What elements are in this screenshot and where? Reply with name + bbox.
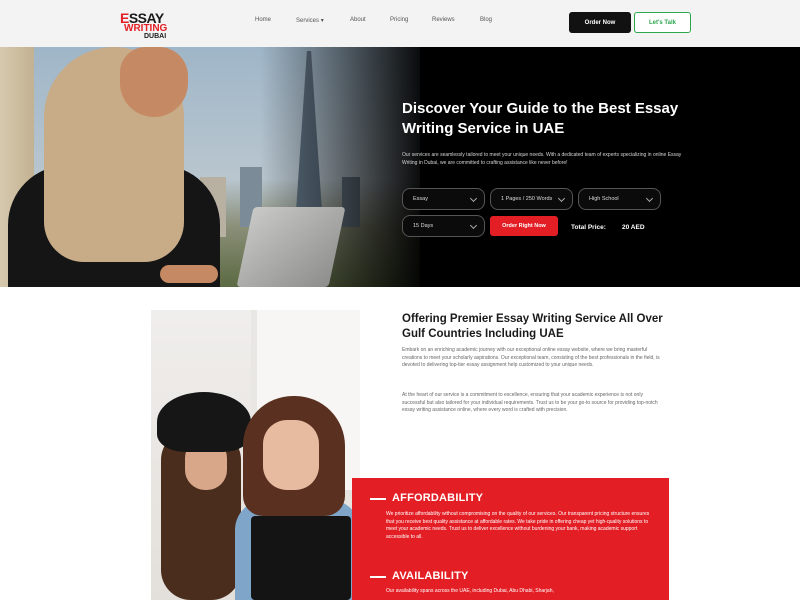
logo-line-3: DUBAI (144, 33, 167, 40)
chevron-down-icon (645, 194, 654, 203)
order-right-now-button[interactable]: Order Right Now (490, 216, 558, 236)
hero-person-hand (160, 265, 218, 283)
total-price-value: 20 AED (622, 224, 645, 231)
nav-item-about[interactable]: About (350, 17, 366, 23)
section-paragraph-1: Embark on an enriching academic journey … (402, 347, 660, 369)
paper-type-value: Essay (413, 196, 428, 202)
nav-item-pricing[interactable]: Pricing (390, 17, 408, 23)
photo-laptop (251, 516, 351, 600)
lets-talk-button[interactable]: Let's Talk (634, 12, 691, 33)
hero-section (0, 47, 800, 287)
hero-description: Our services are seamlessly tailored to … (402, 152, 682, 166)
hero-person-face (120, 47, 188, 117)
academic-level-select[interactable]: High School (578, 188, 661, 210)
chevron-down-icon: ▾ (320, 18, 324, 24)
deadline-value: 15 Days (413, 223, 434, 229)
hero-title: Discover Your Guide to the Best Essay Wr… (402, 100, 679, 137)
feature-dash (370, 498, 386, 500)
nav-item-services[interactable]: Services ▾ (296, 17, 324, 24)
nav-item-services-label: Services (296, 18, 320, 24)
academic-level-value: High School (589, 196, 619, 202)
feature-dash (370, 576, 386, 578)
feature-text-affordability: We prioritize affordability without comp… (386, 511, 650, 540)
hero-laptop (236, 207, 346, 287)
feature-text-availability: Our availability spans across the UAE, i… (386, 588, 554, 594)
chevron-down-icon (469, 194, 478, 203)
deadline-select[interactable]: 15 Days (402, 215, 485, 237)
pages-select[interactable]: 1 Pages / 250 Words (490, 188, 573, 210)
nav-item-blog[interactable]: Blog (480, 17, 492, 23)
site-header: ESSAY WRITING DUBAI Home Services ▾ Abou… (0, 0, 800, 47)
order-now-button[interactable]: Order Now (569, 12, 631, 33)
nav-item-reviews[interactable]: Reviews (432, 17, 455, 23)
photo-person-2-face (263, 420, 319, 490)
section-paragraph-2: At the heart of our service is a commitm… (402, 392, 658, 414)
chevron-down-icon (557, 194, 566, 203)
feature-title-availability: AVAILABILITY (392, 570, 469, 582)
students-photo (151, 310, 360, 600)
pages-value: 1 Pages / 250 Words (501, 196, 553, 202)
total-price-label: Total Price: (571, 224, 606, 231)
paper-type-select[interactable]: Essay (402, 188, 485, 210)
section-title: Offering Premier Essay Writing Service A… (402, 313, 663, 340)
feature-title-affordability: AFFORDABILITY (392, 492, 484, 504)
photo-person-1-hat (157, 392, 251, 452)
nav-item-home[interactable]: Home (255, 17, 271, 23)
chevron-down-icon (469, 221, 478, 230)
brand-logo[interactable]: ESSAY WRITING DUBAI (116, 6, 178, 42)
